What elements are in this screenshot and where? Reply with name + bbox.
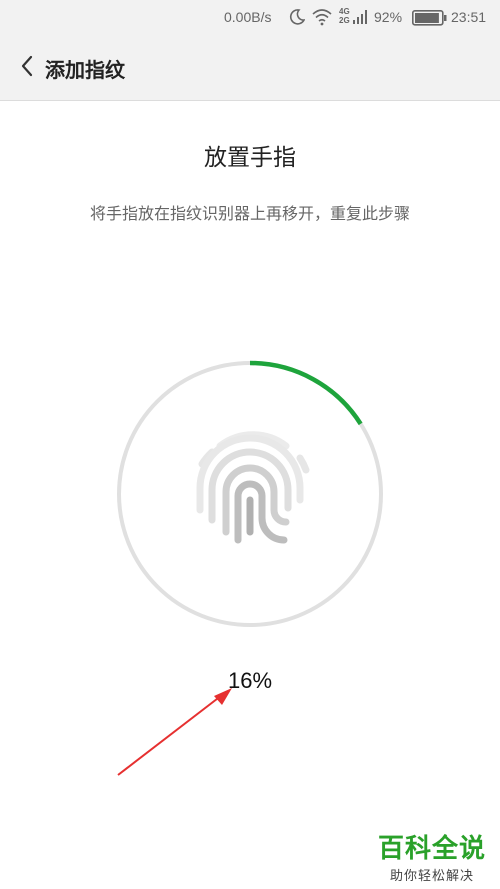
fingerprint-icon <box>196 431 310 544</box>
watermark-logo: 百科全说 助你轻松解决 <box>378 828 486 884</box>
watermark-title: 百科全说 <box>377 834 486 864</box>
annotation-arrow <box>117 688 232 776</box>
fingerprint-progress <box>116 360 384 628</box>
clock: 23:51 <box>451 9 487 25</box>
instruction-title: 放置手指 <box>204 145 296 171</box>
app-header: 添加指纹 <box>0 36 500 101</box>
page-title: 添加指纹 <box>45 58 125 82</box>
signal-icon <box>353 9 367 28</box>
signal-top-label: 4G <box>339 7 350 16</box>
back-button[interactable] <box>12 50 42 86</box>
moon-icon <box>289 8 306 29</box>
chevron-left-icon <box>20 54 34 82</box>
signal-type: 4G 2G <box>339 7 350 25</box>
instruction-text: 将手指放在指纹识别器上再移开，重复此步骤 <box>89 204 410 223</box>
network-speed: 0.00B/s <box>224 9 272 25</box>
status-bar: 0.00B/s 4G 2G 92% 23:51 <box>0 0 500 36</box>
wifi-icon <box>312 8 332 29</box>
battery-percent: 92% <box>374 9 403 25</box>
signal-bottom-label: 2G <box>339 16 350 25</box>
battery-icon <box>412 10 448 29</box>
watermark-subtitle: 助你轻松解决 <box>389 869 474 884</box>
